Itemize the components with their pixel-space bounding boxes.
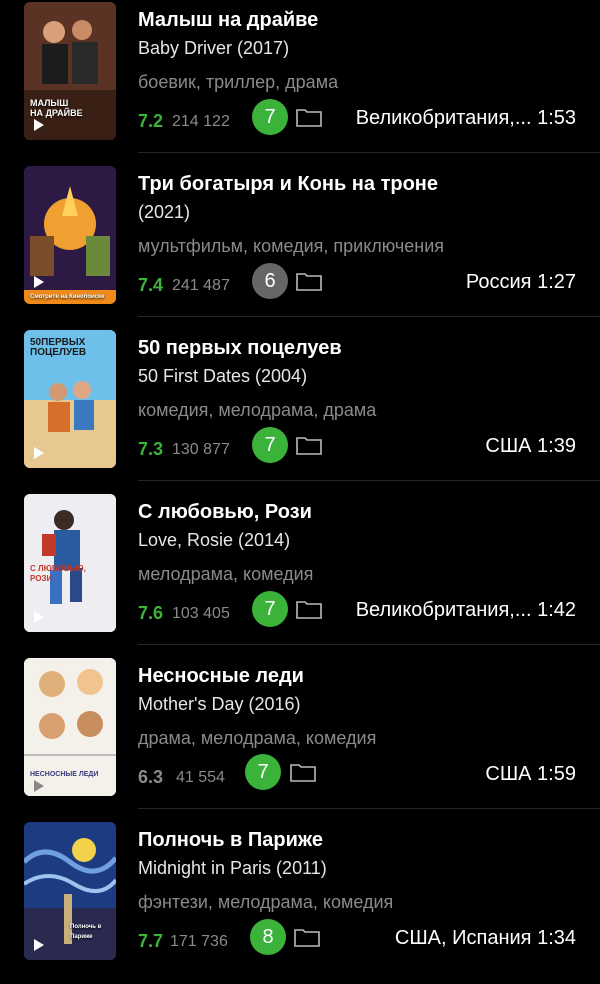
kp-rating: 7.6 [138,603,164,623]
kp-rating: 7.2 [138,111,164,131]
votes-count: 241 487 [172,277,230,294]
movie-title[interactable]: Полночь в Париже [138,828,323,852]
movie-title[interactable]: Три богатыря и Конь на троне [138,172,438,196]
poster-caption: 50ПЕРВЫХ ПОЦЕЛУЕВ [30,337,87,358]
poster-caption: Полночь в Париже [70,924,102,940]
movie-poster[interactable]: 50ПЕРВЫХ ПОЦЕЛУЕВ [24,330,116,468]
folder-icon[interactable] [296,599,322,619]
folder-icon[interactable] [294,927,320,947]
movie-item[interactable]: МАЛЫШ НА ДРАЙВЕ Малыш на драйве Baby Driv… [0,0,600,164]
original-title: Love, Rosie (2014) [138,530,291,550]
my-rating-badge[interactable]: 6 [252,263,288,299]
votes-count: 103 405 [172,605,230,622]
movie-item[interactable]: Полночь в Париже Полночь в Париже Midnig… [0,820,600,984]
country-duration: США 1:39 [485,435,576,457]
divider [138,808,600,809]
movie-poster[interactable]: НЕСНОСНЫЕ ЛЕДИ [24,658,116,796]
my-rating-badge[interactable]: 7 [252,427,288,463]
movie-item[interactable]: С ЛЮБОВЬЮ, РОЗИ С любовью, Рози Love, Ros… [0,492,600,656]
country-duration: Россия 1:27 [465,271,576,293]
movie-poster[interactable]: Смотрите на Кинопоиске [24,166,116,304]
genres: фэнтези, мелодрама, комедия [138,892,394,912]
my-rating-badge[interactable]: 7 [245,754,281,790]
movie-poster[interactable]: Полночь в Париже [24,822,116,960]
genres: мелодрама, комедия [138,564,314,584]
divider [138,480,600,481]
votes-count: 130 877 [172,441,230,458]
play-icon [34,939,44,951]
kp-rating: 7.7 [138,931,164,951]
original-title: Baby Driver (2017) [138,38,290,58]
country-duration: Великобритания,... 1:53 [355,107,576,129]
divider [138,316,600,317]
movie-list: МАЛЫШ НА ДРАЙВЕ Малыш на драйве Baby Driv… [0,0,600,970]
genres: драма, мелодрама, комедия [138,728,377,748]
play-icon [34,276,44,288]
country-duration: США, Испания 1:34 [394,927,576,949]
country-duration: Великобритания,... 1:42 [355,599,576,621]
my-rating-badge[interactable]: 7 [252,591,288,627]
movie-item[interactable]: Смотрите на Кинопоиске Три богатыря и Ко… [0,164,600,328]
kp-rating: 7.4 [138,275,164,295]
movie-item[interactable]: НЕСНОСНЫЕ ЛЕДИ Несносные леди Mother's D… [0,656,600,820]
poster-caption: НЕСНОСНЫЕ ЛЕДИ [30,771,99,778]
original-title: 50 First Dates (2004) [138,366,308,386]
folder-icon[interactable] [290,762,316,782]
genres: боевик, триллер, драма [138,72,339,92]
folder-icon[interactable] [296,107,322,127]
folder-icon[interactable] [296,271,322,291]
poster-caption: С ЛЮБОВЬЮ, РОЗИ [30,564,86,583]
movie-title[interactable]: С любовью, Рози [138,500,312,524]
genres: мультфильм, комедия, приключения [138,236,445,256]
votes-count: 171 736 [170,933,228,950]
movie-poster[interactable]: С ЛЮБОВЬЮ, РОЗИ [24,494,116,632]
movie-title[interactable]: Малыш на драйве [138,8,318,32]
play-icon [34,447,44,459]
movie-title[interactable]: Несносные леди [138,664,304,688]
movie-item[interactable]: 50ПЕРВЫХ ПОЦЕЛУЕВ 50 первых поцелуев 50 F… [0,328,600,492]
kp-rating: 7.3 [138,439,164,459]
movie-poster[interactable]: МАЛЫШ НА ДРАЙВЕ [24,2,116,140]
movie-title[interactable]: 50 первых поцелуев [138,336,342,360]
original-title: (2021) [138,202,191,222]
play-icon [34,780,44,792]
play-icon [34,119,44,131]
country-duration: США 1:59 [485,763,576,785]
play-icon [34,611,44,623]
votes-count: 41 554 [176,769,225,786]
poster-caption: Смотрите на Кинопоиске [30,294,105,300]
my-rating-badge[interactable]: 7 [252,99,288,135]
divider [138,152,600,153]
folder-icon[interactable] [296,435,322,455]
original-title: Mother's Day (2016) [138,694,301,714]
poster-caption: МАЛЫШ НА ДРАЙВЕ [30,98,83,118]
my-rating-badge[interactable]: 8 [250,919,286,955]
divider [138,644,600,645]
kp-rating: 6.3 [138,767,164,787]
votes-count: 214 122 [172,113,230,130]
genres: комедия, мелодрама, драма [138,400,377,420]
original-title: Midnight in Paris (2011) [138,858,327,878]
